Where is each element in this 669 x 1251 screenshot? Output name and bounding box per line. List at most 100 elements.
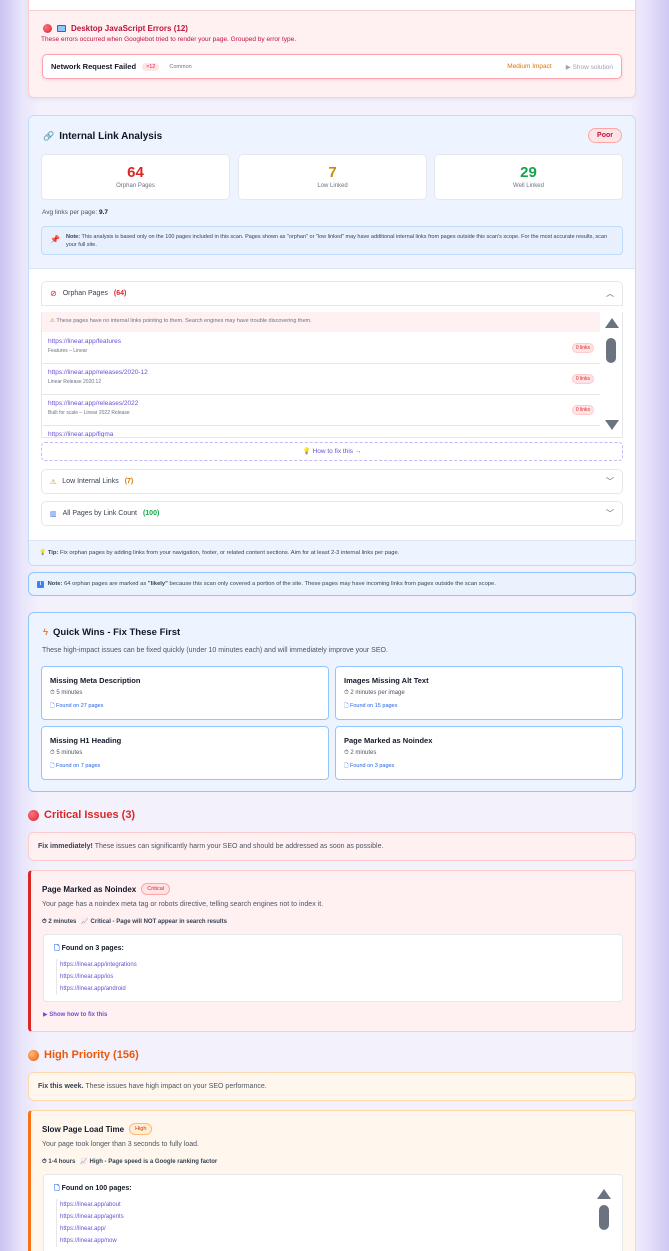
bar-chart-icon: ▥: [50, 510, 57, 518]
error-impact: Medium Impact: [507, 63, 552, 70]
error-item[interactable]: Network Request Failed ×12 Common Medium…: [42, 54, 622, 79]
document-icon: 🗋: [344, 763, 349, 769]
quick-win-name: Missing Meta Description: [50, 676, 141, 685]
quick-win-item[interactable]: Page Marked as Noindex ⏱ 2 minutes 🗋 Fou…: [335, 726, 623, 780]
document-icon: 🗋: [344, 703, 349, 709]
page-link[interactable]: https://linear.app/about: [60, 1199, 124, 1211]
page-url[interactable]: https://linear.app/features: [48, 338, 594, 345]
issue-meta: ⏱ 1-4 hours 📈 High - Page speed is a Goo…: [42, 1159, 218, 1165]
chevron-down-icon: ﹀: [606, 477, 614, 486]
lightbulb-icon: 💡: [302, 448, 311, 455]
scrollbar-thumb[interactable]: [599, 1205, 609, 1230]
page-link[interactable]: https://linear.app/: [60, 1223, 124, 1235]
page-title: Features – Linear: [48, 348, 88, 354]
quick-win-found[interactable]: 🗋 Found on 7 pages: [50, 762, 320, 771]
issue-card-slow-load: Slow Page Load Time High Your page took …: [28, 1110, 636, 1251]
scan-scope-note: 📌 Note: This analysis is based only on t…: [41, 226, 623, 255]
chevron-up-icon: ︿: [606, 289, 614, 298]
js-errors-card: Desktop JavaScript Errors (12) These err…: [28, 0, 636, 98]
page-url[interactable]: https://linear.app/figma: [48, 431, 594, 437]
scrollbar[interactable]: [600, 312, 622, 437]
quick-win-item[interactable]: Images Missing Alt Text ⏱ 2 minutes per …: [335, 666, 623, 720]
chart-icon: 📈: [81, 919, 89, 925]
page-title: Linear Release 2020.12: [48, 379, 102, 385]
red-dot-icon: [28, 809, 39, 821]
quick-wins-subtitle: These high-impact issues can be fixed qu…: [42, 647, 388, 654]
critical-banner: Fix immediately! These issues can signif…: [28, 832, 636, 861]
scroll-up-arrow-icon[interactable]: [597, 1189, 611, 1199]
link-analysis-title: 🔗 Internal Link Analysis: [43, 131, 163, 142]
found-pages-list: https://linear.app/integrations https://…: [56, 959, 137, 995]
stat-orphan: 64 Orphan Pages: [41, 154, 230, 200]
page-link[interactable]: https://linear.app/integrations: [60, 959, 137, 971]
quick-win-found[interactable]: 🗋 Found on 27 pages: [50, 702, 320, 711]
desktop-icon: [57, 25, 66, 32]
show-how-to-fix-button[interactable]: ▶ Show how to fix this: [43, 1011, 107, 1018]
page-title: Built for scale – Linear 2022 Release: [48, 410, 130, 416]
page-link[interactable]: https://linear.app/agents: [60, 1211, 124, 1223]
found-pages-heading: 🗋 Found on 3 pages:: [54, 945, 124, 952]
scrollbar[interactable]: [596, 1187, 612, 1247]
show-solution-button[interactable]: ▶ Show solution: [566, 63, 613, 71]
js-errors-subtitle: These errors occurred when Googlebot tri…: [41, 36, 297, 43]
internal-link-analysis-card: 🔗 Internal Link Analysis Poor 64 Orphan …: [28, 115, 636, 566]
link-icon: 🔗: [43, 131, 55, 141]
error-frequency-tag: Common: [169, 63, 192, 70]
list-item[interactable]: https://linear.app/releases/2020-12 Line…: [42, 364, 600, 395]
found-pages-box: 🗋 Found on 100 pages: https://linear.app…: [43, 1174, 623, 1251]
stat-value: 64: [127, 164, 144, 181]
stat-value: 7: [328, 164, 337, 181]
found-pages-list: https://linear.app/about https://linear.…: [56, 1199, 124, 1247]
page-link[interactable]: https://linear.app/now: [60, 1235, 124, 1247]
orphan-pages-list[interactable]: ⚠ These pages have no internal links poi…: [41, 312, 623, 438]
low-internal-links-accordion[interactable]: ⚠ Low Internal Links (7) ﹀: [41, 469, 623, 494]
js-errors-title[interactable]: Desktop JavaScript Errors (12): [43, 24, 188, 33]
likely-orphan-note: i Note: 64 orphan pages are marked as "l…: [28, 572, 636, 596]
quick-win-time: ⏱ 2 minutes per image: [344, 690, 405, 696]
document-icon: 🗋: [54, 945, 60, 952]
red-dot-icon: [43, 24, 52, 33]
list-item[interactable]: https://linear.app/releases/2022 Built f…: [42, 395, 600, 426]
stat-label: Orphan Pages: [116, 183, 155, 189]
quick-win-found[interactable]: 🗋 Found on 3 pages: [344, 762, 614, 771]
link-count-badge: 0 links: [571, 343, 594, 353]
page-link[interactable]: https://linear.app/ios: [60, 971, 137, 983]
stopwatch-icon: ⏱: [50, 750, 55, 756]
issue-description: Your page has a noindex meta tag or robo…: [42, 901, 324, 908]
found-pages-box: 🗋 Found on 3 pages: https://linear.app/i…: [43, 934, 623, 1002]
info-icon: i: [37, 581, 44, 588]
stopwatch-icon: ⏱: [344, 690, 349, 696]
issue-title: Page Marked as Noindex Critical: [42, 883, 171, 895]
scroll-up-arrow-icon[interactable]: [605, 318, 619, 328]
issue-description: Your page took longer than 3 seconds to …: [42, 1141, 199, 1148]
how-to-fix-button[interactable]: 💡 How to fix this →: [41, 442, 623, 461]
scroll-down-arrow-icon[interactable]: [605, 420, 619, 430]
quick-win-name: Page Marked as Noindex: [344, 736, 433, 745]
stat-label: Low Linked: [317, 183, 348, 189]
quick-win-name: Missing H1 Heading: [50, 736, 122, 745]
high-banner: Fix this week. These issues have high im…: [28, 1072, 636, 1101]
orphan-pages-accordion[interactable]: ⊘ Orphan Pages (64) ︿: [41, 281, 623, 306]
orange-dot-icon: [28, 1049, 39, 1061]
link-count-badge: 0 links: [571, 374, 594, 384]
quick-win-name: Images Missing Alt Text: [344, 676, 429, 685]
pin-icon: 📌: [50, 235, 60, 244]
lightbulb-icon: 💡: [39, 550, 47, 556]
error-name: Network Request Failed: [51, 62, 137, 71]
chevron-down-icon: ﹀: [606, 509, 614, 518]
quick-win-time: ⏱ 5 minutes: [50, 750, 83, 756]
page-link[interactable]: https://linear.app/android: [60, 983, 137, 995]
quick-win-found[interactable]: 🗋 Found on 15 pages: [344, 702, 614, 711]
stopwatch-icon: ⏱: [50, 690, 55, 696]
page-url[interactable]: https://linear.app/releases/2022: [48, 400, 594, 407]
scrollbar-thumb[interactable]: [606, 338, 616, 363]
list-item[interactable]: https://linear.app/figma: [42, 426, 600, 437]
page-url[interactable]: https://linear.app/releases/2020-12: [48, 369, 594, 376]
avg-links: Avg links per page: 9.7: [42, 209, 109, 216]
all-pages-accordion[interactable]: ▥ All Pages by Link Count (100) ﹀: [41, 501, 623, 526]
quick-win-item[interactable]: Missing Meta Description ⏱ 5 minutes 🗋 F…: [41, 666, 329, 720]
document-icon: 🗋: [54, 1185, 60, 1192]
list-item[interactable]: https://linear.app/features Features – L…: [42, 333, 600, 364]
warning-icon: ⚠: [50, 478, 57, 486]
quick-win-item[interactable]: Missing H1 Heading ⏱ 5 minutes 🗋 Found o…: [41, 726, 329, 780]
